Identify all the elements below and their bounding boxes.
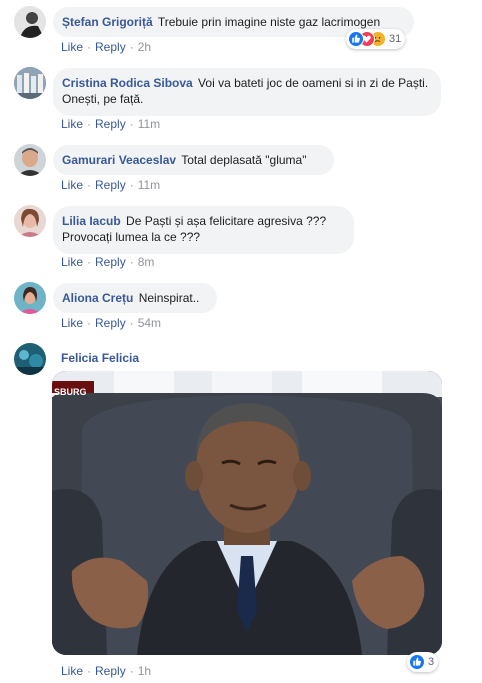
reply-link[interactable]: Reply — [95, 664, 126, 678]
like-link[interactable]: Like — [61, 117, 83, 131]
comment-bubble: Cristina Rodica Sibova Voi va bateti joc… — [53, 68, 441, 116]
reply-link[interactable]: Reply — [95, 40, 126, 54]
comment-text: Trebuie prin imagine niste gaz lacrimoge… — [157, 15, 381, 29]
reaction-count: 3 — [428, 656, 435, 668]
comment-actions: Like · Reply · 11m — [61, 117, 161, 131]
attached-gif-image[interactable]: SBURG — [52, 371, 442, 655]
avatar[interactable] — [14, 67, 46, 99]
author-name[interactable]: Gamurari Veaceslav — [62, 153, 176, 167]
comment-text: Neinspirat.. — [138, 291, 200, 305]
gif-watermark: SBURG — [54, 387, 87, 397]
like-link[interactable]: Like — [61, 178, 83, 192]
comment-time[interactable]: 11m — [138, 117, 160, 131]
like-link[interactable]: Like — [61, 255, 83, 269]
comment-actions: Like · Reply · 11m — [61, 178, 161, 192]
like-reaction-icon — [348, 31, 364, 47]
like-link[interactable]: Like — [61, 664, 83, 678]
reaction-count: 31 — [389, 33, 402, 45]
avatar[interactable] — [14, 6, 46, 38]
avatar[interactable] — [14, 205, 46, 237]
author-name[interactable]: Ștefan Grigoriță — [62, 15, 153, 29]
reply-link[interactable]: Reply — [95, 178, 126, 192]
reply-link[interactable]: Reply — [95, 117, 126, 131]
avatar[interactable] — [14, 282, 46, 314]
comment-time[interactable]: 2h — [138, 40, 151, 54]
comment-time[interactable]: 54m — [138, 316, 161, 330]
reaction-summary[interactable]: 31 — [346, 29, 406, 49]
comment-bubble: Lilia Iacub De Paști și așa felicitare a… — [53, 206, 354, 254]
comment-bubble: Aliona Crețu Neinspirat.. — [53, 283, 217, 313]
comment-time[interactable]: 11m — [138, 178, 160, 192]
comment-actions: Like · Reply · 8m — [61, 255, 155, 269]
like-reaction-icon — [409, 654, 425, 670]
reply-link[interactable]: Reply — [95, 255, 126, 269]
comment-actions: Like · Reply · 2h — [61, 40, 152, 54]
comment-text: Total deplasată "gluma" — [181, 153, 307, 167]
author-name[interactable]: Felicia Felicia — [61, 351, 139, 365]
comment-bubble: Gamurari Veaceslav Total deplasată "glum… — [53, 145, 334, 175]
author-name[interactable]: Aliona Crețu — [62, 291, 133, 305]
comment-actions: Like · Reply · 1h — [61, 664, 152, 678]
avatar[interactable] — [14, 144, 46, 176]
comment-time[interactable]: 1h — [138, 664, 151, 678]
gif-illustration — [52, 371, 442, 655]
comment-time[interactable]: 8m — [138, 255, 155, 269]
reaction-summary[interactable]: 3 — [407, 652, 439, 672]
reply-link[interactable]: Reply — [95, 316, 126, 330]
like-link[interactable]: Like — [61, 316, 83, 330]
comment-actions: Like · Reply · 54m — [61, 316, 162, 330]
avatar[interactable] — [14, 343, 46, 375]
like-link[interactable]: Like — [61, 40, 83, 54]
author-name[interactable]: Cristina Rodica Sibova — [62, 76, 193, 90]
author-name[interactable]: Lilia Iacub — [62, 214, 121, 228]
